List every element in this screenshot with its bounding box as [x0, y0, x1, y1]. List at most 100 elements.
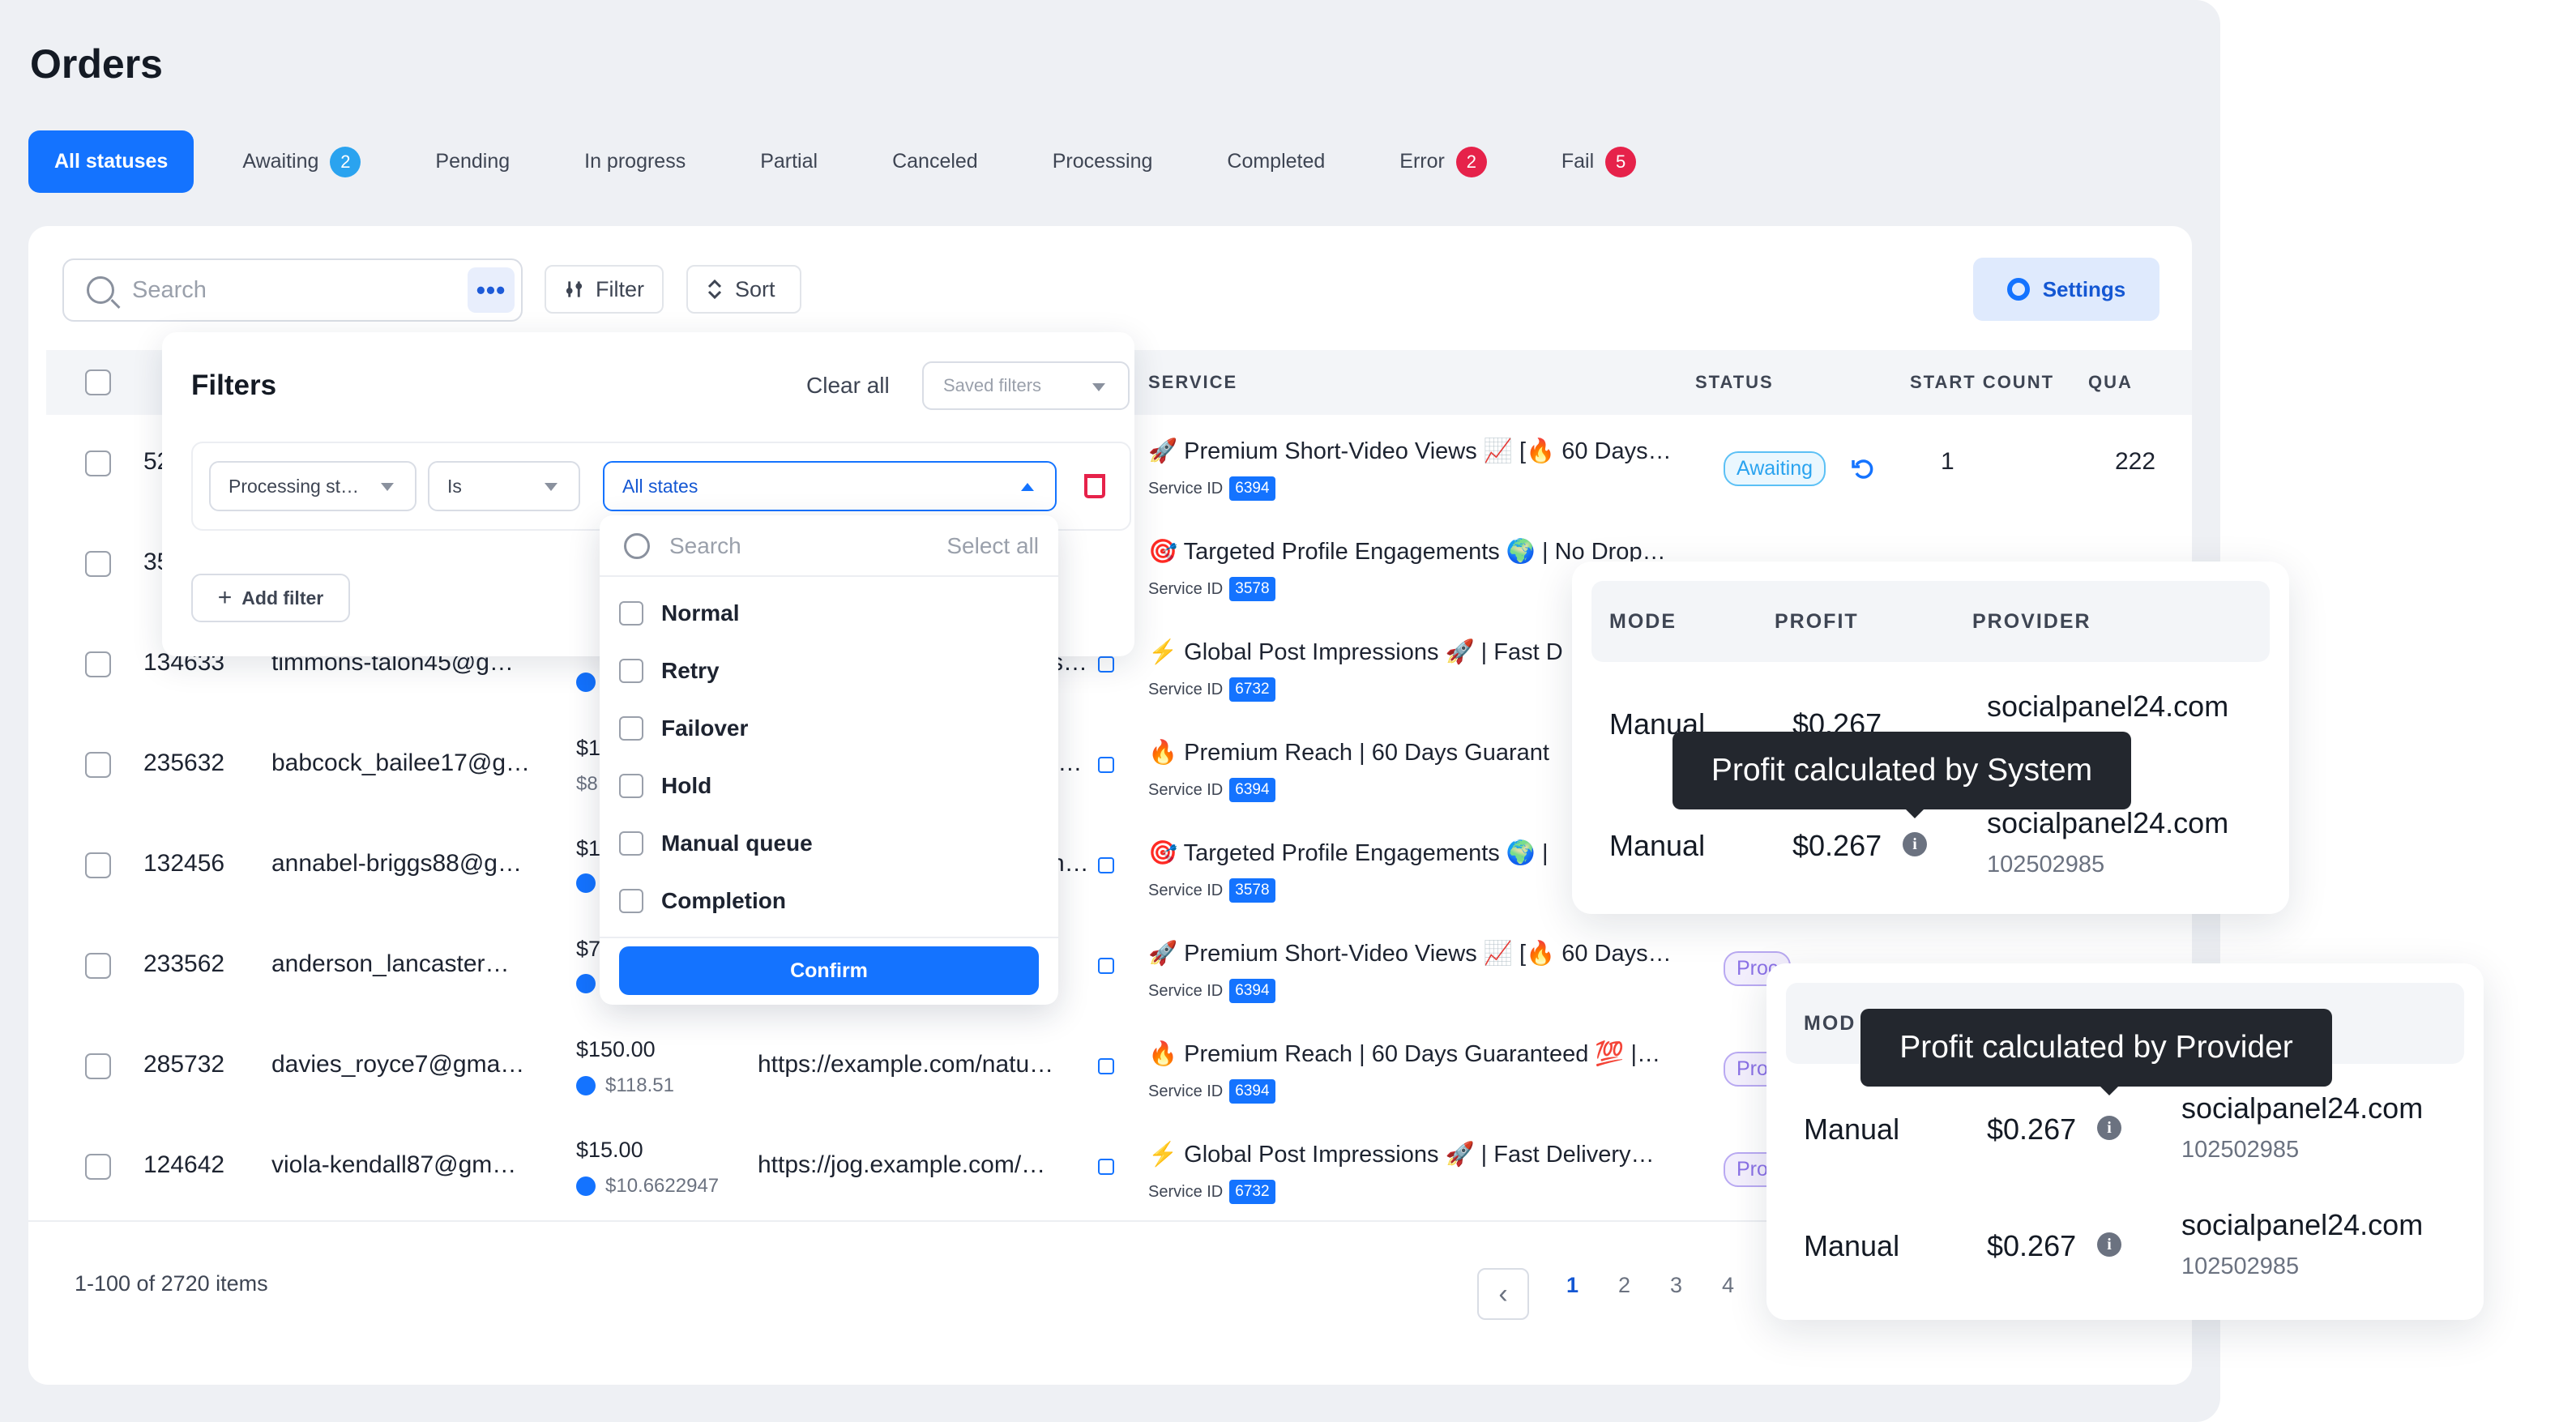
column-start-count[interactable]: START COUNT [1910, 350, 2054, 415]
profit-tooltip: Profit calculated by System [1672, 732, 2131, 809]
user-email: viola-kendall87@gm… [271, 1151, 517, 1178]
page-3[interactable]: 3 [1670, 1273, 1682, 1298]
provider-id: 102502985 [2181, 1137, 2300, 1163]
saved-filters-select[interactable]: Saved filters [922, 361, 1130, 410]
option-completion[interactable]: Completion [619, 881, 786, 921]
external-link-icon[interactable] [1098, 857, 1114, 873]
provider-id: 102502985 [1987, 852, 2105, 878]
checkbox[interactable] [619, 774, 643, 798]
option-normal[interactable]: Normal [619, 593, 739, 634]
charge: $7 [576, 937, 601, 961]
page-1[interactable]: 1 [1566, 1273, 1578, 1298]
column-service[interactable]: SERVICE [1148, 350, 1237, 415]
status-badge: Awaiting [1724, 451, 1826, 486]
row-checkbox[interactable] [85, 953, 111, 979]
tab-partial[interactable]: Partial [734, 130, 844, 193]
page-4[interactable]: 4 [1722, 1273, 1734, 1298]
profit-value: $0.267 [1987, 1229, 2077, 1262]
checkbox[interactable] [619, 889, 643, 913]
sort-button[interactable]: Sort [686, 265, 801, 314]
row-checkbox[interactable] [85, 852, 111, 878]
info-icon[interactable]: i [2097, 1232, 2121, 1257]
clear-all-button[interactable]: Clear all [806, 373, 890, 399]
filter-button[interactable]: Filter [545, 265, 664, 314]
tab-awaiting[interactable]: Awaiting 2 [216, 130, 387, 193]
search-icon [624, 533, 650, 559]
select-all-button[interactable]: Select all [946, 533, 1039, 559]
column-quantity[interactable]: QUA [2088, 350, 2133, 415]
page-2[interactable]: 2 [1618, 1273, 1630, 1298]
info-icon[interactable]: i [2097, 1116, 2121, 1140]
row-checkbox[interactable] [85, 1053, 111, 1079]
tab-completed[interactable]: Completed [1201, 130, 1351, 193]
user-email: anderson_lancaster… [271, 950, 510, 977]
divider [600, 937, 1058, 938]
card-header: MODE PROFIT PROVIDER [1591, 581, 2270, 662]
external-link-icon[interactable] [1098, 1058, 1114, 1074]
count-badge: 2 [330, 146, 361, 177]
service-id: Service ID 3578 [1148, 878, 1275, 903]
add-filter-button[interactable]: + Add filter [191, 574, 350, 622]
service-name: 🎯 Targeted Profile Engagements 🌍 | [1148, 840, 1549, 866]
external-link-icon[interactable] [1098, 1159, 1114, 1175]
filter-icon [566, 281, 583, 297]
tab-all-statuses[interactable]: All statuses [28, 130, 194, 193]
service-name: 🚀 Premium Short-Video Views 📈 [🔥 60 Days… [1148, 941, 1672, 967]
prev-page-button[interactable]: ‹ [1477, 1268, 1529, 1320]
more-options-button[interactable]: ••• [468, 267, 515, 313]
charge: $1 [576, 736, 601, 760]
filter-operator-select[interactable]: Is [428, 461, 580, 511]
page-title: Orders [30, 41, 163, 87]
plus-icon: + [217, 584, 233, 611]
tab-in-progress[interactable]: In progress [558, 130, 711, 193]
external-link-icon[interactable] [1098, 958, 1114, 974]
count-badge: 5 [1605, 146, 1637, 177]
option-retry[interactable]: Retry [619, 651, 720, 691]
option-failover[interactable]: Failover [619, 708, 748, 749]
tab-error[interactable]: Error 2 [1373, 130, 1513, 193]
provider-icon [576, 1076, 596, 1095]
checkbox[interactable] [619, 716, 643, 741]
row-checkbox[interactable] [85, 651, 111, 677]
cost: $8 [576, 773, 598, 795]
filter-value-select[interactable]: All states [603, 461, 1057, 511]
tooltip-arrow [1905, 809, 1925, 818]
tab-fail[interactable]: Fail 5 [1536, 130, 1662, 193]
charge: $15.00 [576, 1138, 643, 1162]
checkbox[interactable] [619, 601, 643, 626]
provider-icon [576, 873, 596, 893]
confirm-button[interactable]: Confirm [619, 946, 1039, 995]
filter-field-select[interactable]: Processing st… [209, 461, 417, 511]
profit-value: $0.267 [1792, 829, 1882, 862]
dropdown-search-input[interactable]: Search Select all [600, 515, 1058, 577]
external-link-icon[interactable] [1098, 656, 1114, 673]
row-checkbox[interactable] [85, 752, 111, 778]
service-name: ⚡ Global Post Impressions 🚀 | Fast Deliv… [1148, 1142, 1655, 1168]
search-input[interactable]: Search ••• [62, 258, 523, 322]
row-checkbox[interactable] [85, 451, 111, 476]
checkbox[interactable] [619, 831, 643, 856]
tab-canceled[interactable]: Canceled [866, 130, 1004, 193]
service-name: 🔥 Premium Reach | 60 Days Guaranteed 💯 |… [1148, 1041, 1661, 1067]
provider-icon [576, 673, 596, 692]
order-id: 235632 [143, 749, 225, 776]
external-link-icon[interactable] [1098, 757, 1114, 773]
provider-name: socialpanel24.com [1987, 806, 2229, 839]
row-checkbox[interactable] [85, 1154, 111, 1180]
option-manual-queue[interactable]: Manual queue [619, 823, 813, 864]
option-hold[interactable]: Hold [619, 766, 711, 806]
checkbox[interactable] [619, 659, 643, 683]
info-icon[interactable]: i [1903, 832, 1927, 856]
profit-card-system: MODE PROFIT PROVIDER Manual $0.267 socia… [1572, 562, 2289, 914]
tab-processing[interactable]: Processing [1027, 130, 1179, 193]
column-status[interactable]: STATUS [1695, 350, 1774, 415]
delete-filter-icon[interactable] [1084, 474, 1105, 498]
row-checkbox[interactable] [85, 551, 111, 577]
refresh-icon[interactable] [1850, 455, 1876, 481]
service-id: Service ID 6394 [1148, 476, 1275, 501]
tab-pending[interactable]: Pending [409, 130, 536, 193]
order-link[interactable]: https://example.com/natu… [758, 1051, 1053, 1078]
order-link[interactable]: https://jog.example.com/… [758, 1151, 1045, 1179]
settings-button[interactable]: Settings [1973, 258, 2159, 321]
select-all-checkbox[interactable] [85, 369, 111, 395]
